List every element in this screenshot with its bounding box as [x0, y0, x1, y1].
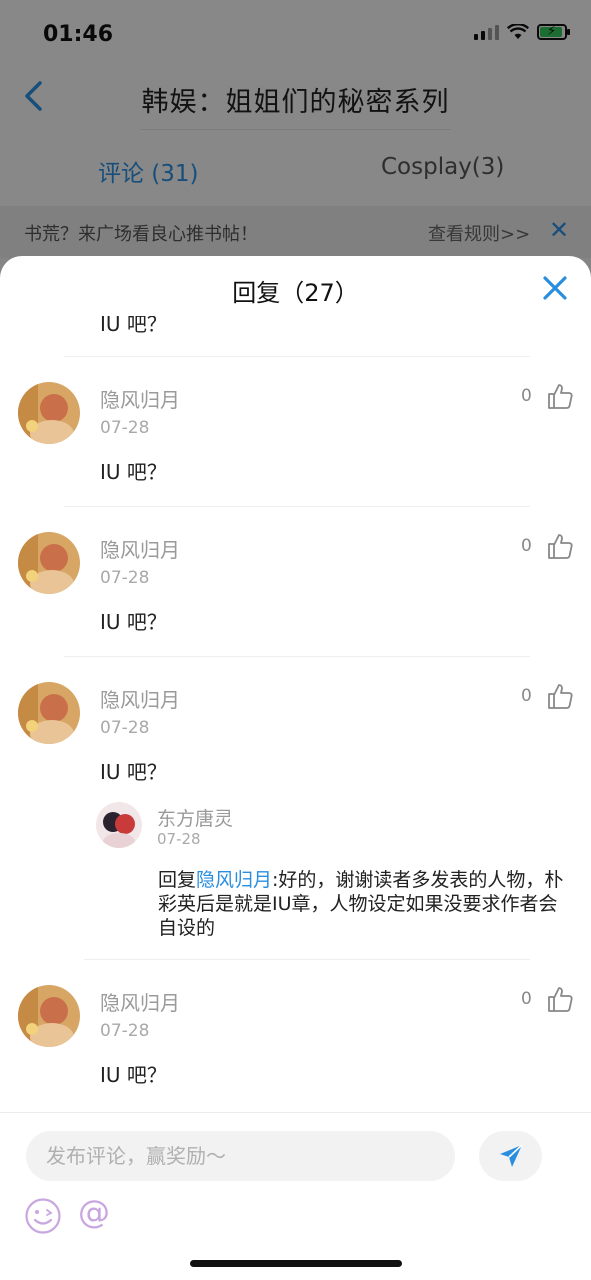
comment-date: 07-28: [100, 568, 150, 588]
divider: [64, 356, 530, 357]
username[interactable]: 隐风归月: [100, 534, 180, 563]
thumbs-up-icon[interactable]: [546, 985, 574, 1013]
avatar[interactable]: [18, 682, 80, 744]
username[interactable]: 隐风归月: [100, 987, 180, 1016]
divider: [64, 506, 530, 507]
comment-text: IU 吧？: [100, 316, 167, 336]
comment-text: IU 吧？: [100, 460, 167, 484]
close-icon[interactable]: [541, 274, 569, 302]
reply-mention-link[interactable]: 隐风归月: [196, 869, 272, 891]
mention-icon[interactable]: @: [78, 1193, 110, 1231]
divider: [84, 959, 530, 960]
avatar[interactable]: [18, 532, 80, 594]
comment-text: IU 吧？: [100, 760, 167, 784]
username[interactable]: 隐风归月: [100, 384, 180, 413]
send-icon: [500, 1144, 523, 1167]
thumbs-up-icon[interactable]: [546, 382, 574, 410]
comment-composer: @: [0, 1112, 591, 1280]
comment-text: IU 吧？: [100, 1063, 167, 1087]
divider: [64, 656, 530, 657]
comment-date: 07-28: [100, 1021, 150, 1041]
like-count: 0: [521, 386, 532, 406]
app-screen: 01:46 ⚡ 韩娱：姐姐们的秘密系列 评论 (31) Cosplay(3) 书…: [0, 0, 591, 1280]
sheet-title: 回复（27）: [232, 279, 359, 307]
reply-avatar[interactable]: [96, 802, 142, 848]
thumbs-up-icon[interactable]: [546, 532, 574, 560]
reply-prefix: 回复: [158, 869, 197, 891]
like-count: 0: [521, 686, 532, 706]
like-count: 0: [521, 989, 532, 1009]
avatar[interactable]: [18, 985, 80, 1047]
comment-date: 07-28: [100, 718, 150, 738]
reply-username[interactable]: 东方唐灵: [157, 804, 233, 831]
reply-sheet: 回复（27） IU 吧？ 隐风归月 07-28 0 IU 吧？ 隐风归月 07-…: [0, 256, 591, 1280]
reply-date: 07-28: [157, 830, 201, 848]
comment-date: 07-28: [100, 418, 150, 438]
send-button[interactable]: [479, 1131, 542, 1181]
reply-text: 回复隐风归月:好的，谢谢读者多发表的人物，朴彩英后是就是IU章，人物设定如果没要…: [158, 868, 568, 940]
comment-list[interactable]: IU 吧？ 隐风归月 07-28 0 IU 吧？ 隐风归月 07-28 0 IU…: [0, 316, 591, 1111]
username[interactable]: 隐风归月: [100, 684, 180, 713]
emoji-icon[interactable]: [24, 1197, 62, 1235]
avatar[interactable]: [18, 382, 80, 444]
comment-text: IU 吧？: [100, 610, 167, 634]
like-count: 0: [521, 536, 532, 556]
comment-input[interactable]: [26, 1131, 455, 1181]
home-indicator: [190, 1260, 402, 1267]
thumbs-up-icon[interactable]: [546, 682, 574, 710]
